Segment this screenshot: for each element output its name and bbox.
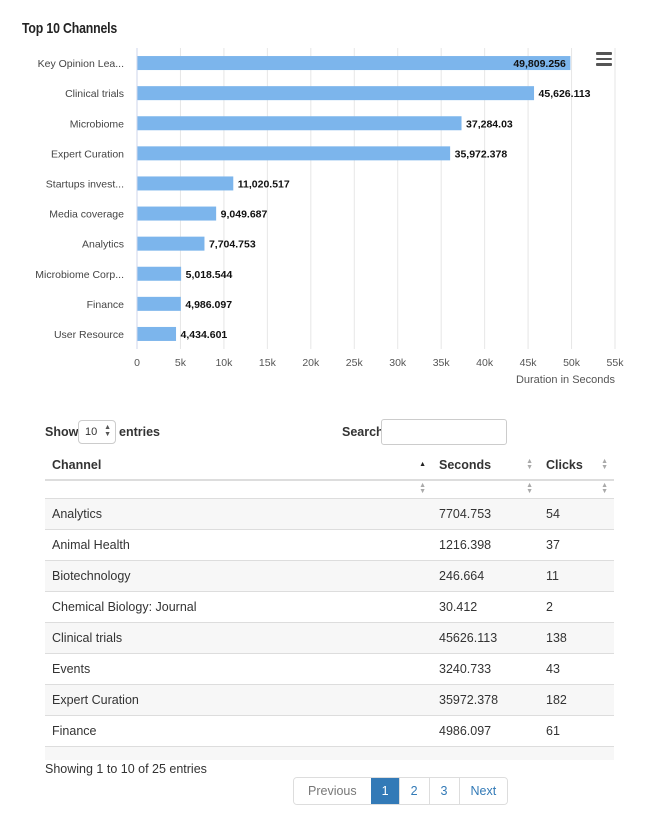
table-cell-channel: Finance	[45, 714, 432, 746]
table-cell-seconds: 4986.097	[432, 714, 539, 746]
table-cell-seconds: 7704.753	[432, 497, 539, 529]
table-cell-seconds: 246.664	[432, 559, 539, 591]
previous-page-button[interactable]: Previous	[294, 778, 371, 804]
table-cell-channel: Chemical Biology: Journal	[45, 590, 432, 622]
table-cell-clicks	[539, 745, 614, 760]
filter-cell-clicks[interactable]: ▲ ▼	[539, 480, 614, 499]
table-cell-clicks: 54	[539, 497, 614, 529]
table-cell-channel: Events	[45, 652, 432, 684]
sort-arrows-icon: ▲ ▼	[526, 482, 533, 496]
table-row: Finance 4986.097 61	[45, 714, 614, 746]
sort-arrows-icon: ▲ ▼	[601, 457, 608, 471]
table-cell-channel	[45, 745, 432, 760]
next-page-button[interactable]: Next	[458, 778, 508, 804]
table-cell-channel: Analytics	[45, 497, 432, 529]
table-row: Analytics 7704.753 54	[45, 497, 614, 529]
table-row: Animal Health 1216.398 37	[45, 528, 614, 560]
column-label: Clicks	[546, 457, 583, 472]
table-cell-seconds: 45626.113	[432, 621, 539, 653]
sort-arrows-icon: ▲ ▼	[526, 457, 533, 471]
table-row: Events 3240.733 43	[45, 652, 614, 684]
table-cell-channel: Clinical trials	[45, 621, 432, 653]
column-header-clicks[interactable]: Clicks ▲ ▼	[539, 450, 614, 481]
table-row: Chemical Biology: Journal 30.412 2	[45, 590, 614, 622]
table-cell-channel: Animal Health	[45, 528, 432, 560]
filter-cell-channel[interactable]: ▲ ▼	[45, 480, 432, 499]
pagination: Previous 1 2 3 Next	[293, 777, 509, 805]
table-cell-channel: Biotechnology	[45, 559, 432, 591]
table-row	[45, 745, 614, 760]
sort-asc-icon: ▲	[419, 460, 426, 468]
table-body: Analytics 7704.753 54 Animal Health 1216.398…	[45, 497, 614, 760]
table-cell-clicks: 11	[539, 559, 614, 591]
page-2-button[interactable]: 2	[398, 778, 429, 804]
table-cell-seconds: 3240.733	[432, 652, 539, 684]
sort-arrows-icon: ▲ ▼	[419, 482, 426, 496]
page-1-button[interactable]: 1	[370, 778, 399, 804]
column-header-channel[interactable]: Channel ▲	[45, 450, 432, 481]
page-3-button[interactable]: 3	[428, 778, 459, 804]
table-cell-clicks: 2	[539, 590, 614, 622]
column-header-seconds[interactable]: Seconds ▲ ▼	[432, 450, 539, 481]
column-label: Seconds	[439, 457, 492, 472]
table-viewport: Channel ▲ Seconds ▲ ▼ Clicks ▲ ▼ ▲ ▼ ▲ ▼ ▲ ▼ …	[0, 0, 650, 760]
table-cell-seconds: 1216.398	[432, 528, 539, 560]
sort-arrows-icon: ▲ ▼	[601, 482, 608, 496]
table-row: Expert Curation 35972.378 182	[45, 683, 614, 715]
table-info: Showing 1 to 10 of 25 entries	[45, 762, 207, 776]
column-label: Channel	[52, 457, 102, 472]
table-cell-clicks: 37	[539, 528, 614, 560]
table-row: Clinical trials 45626.113 138	[45, 621, 614, 653]
data-table: Channel ▲ Seconds ▲ ▼ Clicks ▲ ▼ ▲ ▼ ▲ ▼ ▲ ▼ …	[45, 450, 614, 760]
table-cell-clicks: 138	[539, 621, 614, 653]
table-cell-seconds: 30.412	[432, 590, 539, 622]
table-cell-clicks: 43	[539, 652, 614, 684]
table-row: Biotechnology 246.664 11	[45, 559, 614, 591]
table-cell-seconds: 35972.378	[432, 683, 539, 715]
table-cell-clicks: 182	[539, 683, 614, 715]
table-cell-clicks: 61	[539, 714, 614, 746]
table-cell-seconds	[432, 745, 539, 760]
filter-cell-seconds[interactable]: ▲ ▼	[432, 480, 539, 499]
table-cell-channel: Expert Curation	[45, 683, 432, 715]
